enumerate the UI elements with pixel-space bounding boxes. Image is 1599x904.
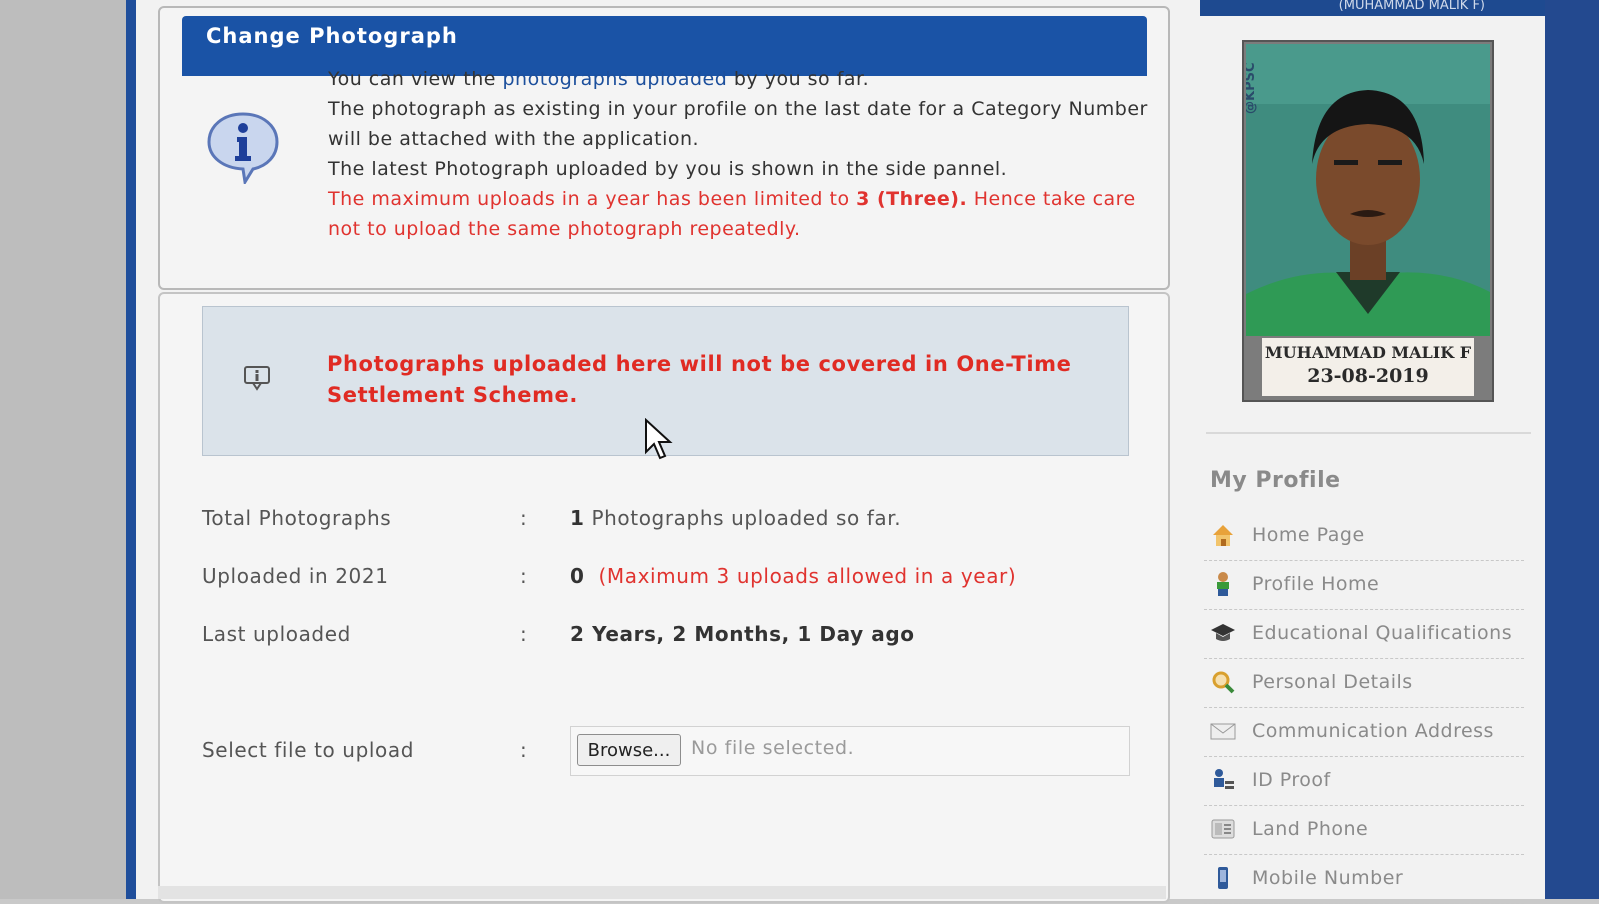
profile-menu: Home Page Profile Home Educational Quali…	[1204, 512, 1524, 904]
photo-date: 23-08-2019	[1307, 365, 1429, 387]
select-file-label: Select file to upload	[202, 738, 415, 762]
file-input[interactable]: Browse... No file selected.	[570, 726, 1130, 776]
upload-limit-warning: The maximum uploads in a year has been l…	[328, 188, 1136, 240]
info-line-3: The latest Photograph uploaded by you is…	[328, 158, 1008, 180]
info-messages: You can view the photographs uploaded by…	[328, 64, 1148, 244]
mouse-cursor-icon	[645, 418, 673, 460]
select-file-row: Select file to upload : Browse... No fil…	[202, 726, 1132, 776]
sidebar-item-communication-address[interactable]: Communication Address	[1204, 708, 1524, 757]
total-photographs-row: Total Photographs : 1 Photographs upload…	[202, 506, 902, 530]
total-photographs-label: Total Photographs	[202, 506, 392, 530]
last-uploaded-row: Last uploaded : 2 Years, 2 Months, 1 Day…	[202, 622, 915, 646]
sidebar-divider	[1206, 432, 1531, 434]
sidebar-item-educational-qualifications[interactable]: Educational Qualifications	[1204, 610, 1524, 659]
ots-notice-text: Photographs uploaded here will not be co…	[327, 352, 1072, 407]
envelope-icon	[1210, 723, 1236, 740]
photographs-uploaded-link[interactable]: photographs uploaded	[502, 68, 727, 90]
page-border-left	[126, 0, 136, 899]
person-icon	[1217, 572, 1229, 596]
info-line-1: You can view the photographs uploaded by…	[328, 68, 870, 90]
sidebar-item-mobile-number[interactable]: Mobile Number	[1204, 855, 1524, 904]
last-uploaded-label: Last uploaded	[202, 622, 351, 646]
page-border-right	[1545, 0, 1599, 899]
photo-caption: MUHAMMAD MALIK F 23-08-2019	[1262, 338, 1474, 396]
panel-title: Change Photograph	[206, 24, 458, 48]
my-profile-heading: My Profile	[1210, 468, 1341, 493]
uploaded-this-year-label: Uploaded in 2021	[202, 564, 389, 588]
panel-footer	[158, 886, 1166, 899]
phone-icon	[1211, 819, 1235, 839]
photo-name: MUHAMMAD MALIK F	[1264, 343, 1472, 362]
mobile-icon	[1218, 867, 1228, 889]
info-icon	[207, 112, 279, 184]
sidebar-item-land-phone[interactable]: Land Phone	[1204, 806, 1524, 855]
profile-photo-card: @KPSC MUHAMMAD MALIK F 23-08-2019	[1242, 40, 1494, 402]
magnifier-icon	[1212, 671, 1235, 694]
top-user-label: (MUHAMMAD MALIK F)	[1338, 0, 1485, 13]
info-line-2: The photograph as existing in your profi…	[328, 98, 1148, 150]
info-bubble-icon	[244, 366, 270, 391]
sidebar-item-home-page[interactable]: Home Page	[1204, 512, 1524, 561]
total-photographs-value: 1 Photographs uploaded so far.	[570, 506, 902, 530]
home-icon	[1213, 525, 1233, 546]
page: Change Photograph You can view the photo…	[136, 0, 1545, 904]
id-proof-icon	[1214, 769, 1234, 789]
photo-watermark: @KPSC	[1246, 62, 1258, 114]
top-user-bar: (MUHAMMAD MALIK F)	[1200, 0, 1545, 16]
graduation-cap-icon	[1211, 624, 1235, 641]
last-uploaded-value: 2 Years, 2 Months, 1 Day ago	[570, 622, 915, 646]
uploaded-this-year-value: 0 (Maximum 3 uploads allowed in a year)	[570, 564, 1017, 588]
file-status-text: No file selected.	[691, 737, 855, 759]
monitor-bezel-left	[0, 0, 128, 899]
uploaded-this-year-row: Uploaded in 2021 : 0 (Maximum 3 uploads …	[202, 564, 1017, 588]
sidebar-item-profile-home[interactable]: Profile Home	[1204, 561, 1524, 610]
profile-photo: @KPSC	[1246, 44, 1490, 336]
sidebar-item-personal-details[interactable]: Personal Details	[1204, 659, 1524, 708]
browse-button[interactable]: Browse...	[577, 734, 681, 766]
sidebar-item-id-proof[interactable]: ID Proof	[1204, 757, 1524, 806]
